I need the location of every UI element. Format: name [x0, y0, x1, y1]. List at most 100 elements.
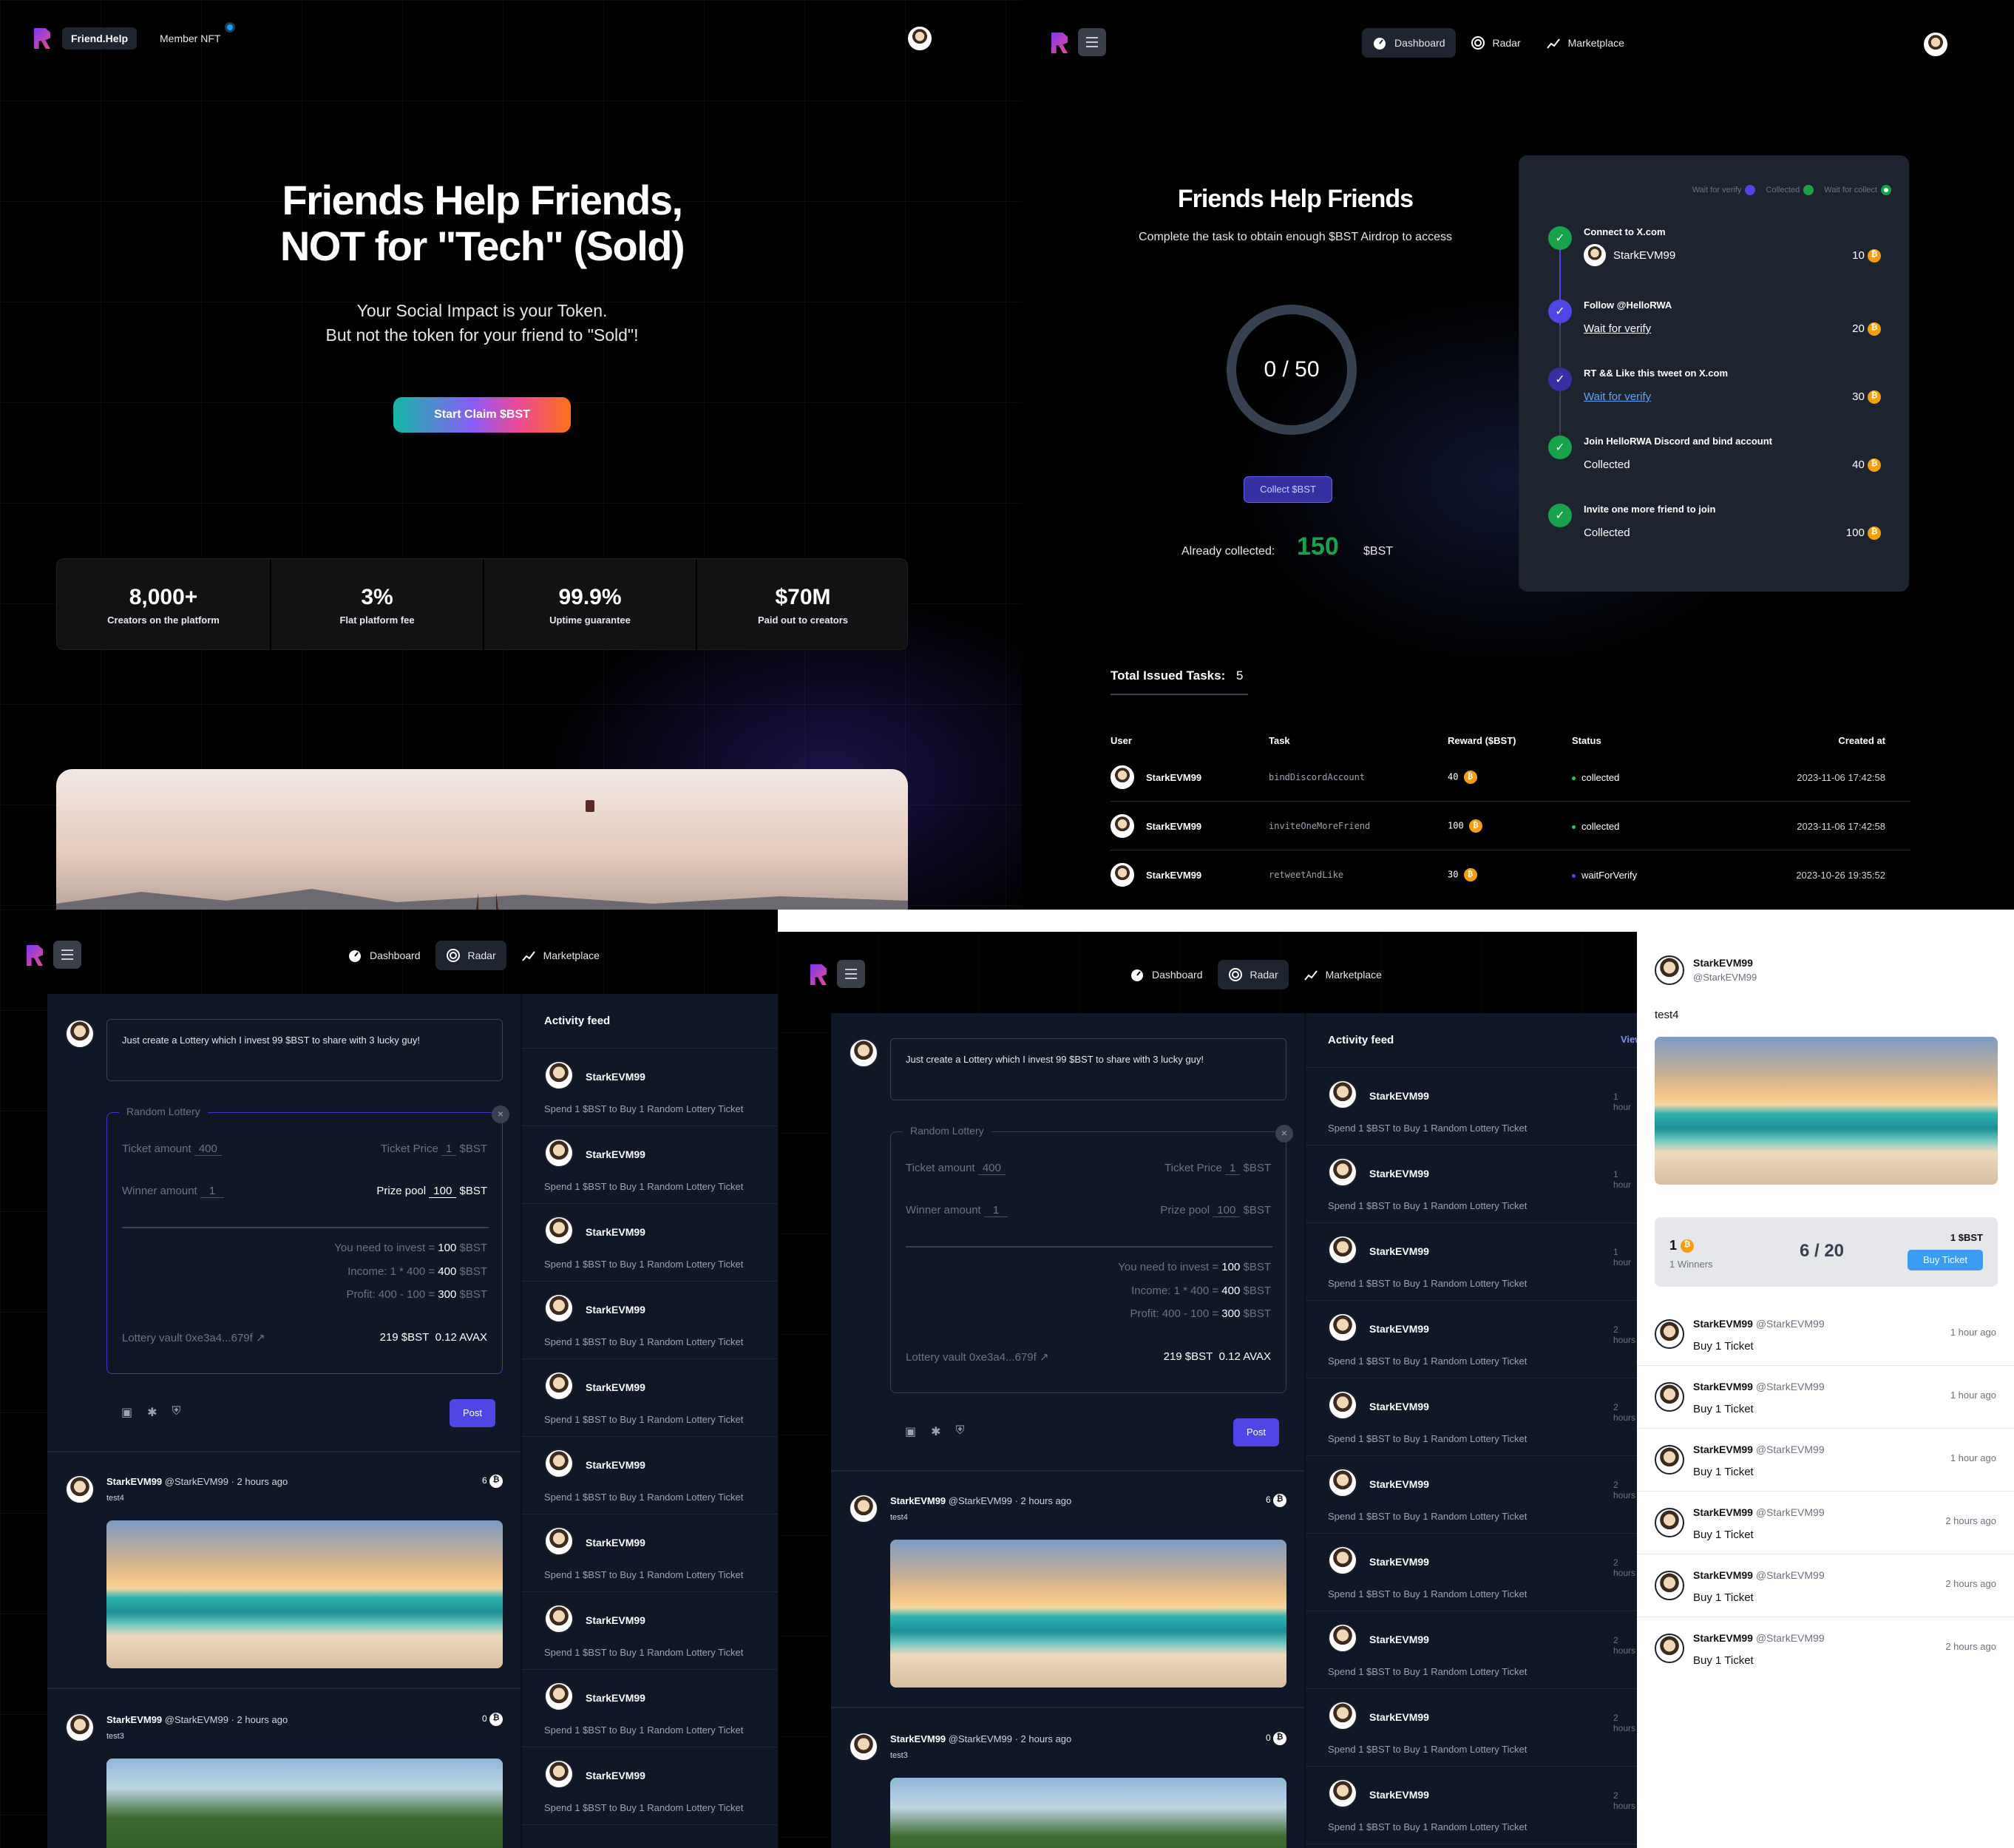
feed-item[interactable]: StarkEVM99 Spend 1 $BST to Buy 1 Random L…: [522, 1592, 778, 1670]
brand-logo[interactable]: [810, 964, 831, 986]
post-card[interactable]: StarkEVM99 @StarkEVM99 · 2 hours ago 0 t…: [831, 1710, 1304, 1848]
stats-card: 8,000+ Creators on the platform 3% Flat pl…: [56, 558, 908, 651]
user-avatar[interactable]: [1924, 33, 1947, 56]
composer-tools: ▣ ✱ ⛨: [905, 1424, 965, 1439]
lottery-close-icon[interactable]: ×: [492, 1106, 509, 1123]
feed-item[interactable]: StarkEVM99 Spend 1 $BST to Buy 1 Random L…: [1306, 1223, 1637, 1301]
tab-radar[interactable]: Radar: [435, 941, 506, 970]
menu-button[interactable]: [837, 960, 865, 988]
tab-dashboard[interactable]: Dashboard: [337, 941, 431, 970]
feed-avatar: [544, 1604, 574, 1634]
tab-marketplace[interactable]: Marketplace: [511, 941, 610, 970]
post-image[interactable]: [106, 1520, 503, 1668]
task-item-retweet: ✓ RT && Like this tweet on X.com Wait fo…: [1548, 368, 1881, 419]
collect-bst-button[interactable]: Collect $BST: [1244, 476, 1332, 503]
check-icon: ✓: [1548, 226, 1572, 250]
brand-button[interactable]: Friend.Help: [62, 27, 138, 50]
ticket-amount-field[interactable]: Ticket amount 400: [122, 1143, 222, 1156]
feed-item[interactable]: StarkEVM99 Spend 1 $BST to Buy 1 Random L…: [1306, 1767, 1637, 1844]
tab-dashboard[interactable]: Dashboard: [1362, 28, 1456, 58]
wait-verify-link[interactable]: Wait for verify: [1584, 390, 1651, 403]
winner-amount-field[interactable]: Winner amount 1: [122, 1185, 225, 1198]
feed-item[interactable]: StarkEVM99 Spend 1 $BST to Buy 1 Random L…: [522, 1282, 778, 1359]
feed-item[interactable]: StarkEVM99 Spend 1 $BST to Buy 1 Random L…: [1306, 1068, 1637, 1145]
feed-view-link[interactable]: View: [1621, 1034, 1637, 1045]
feed-item[interactable]: StarkEVM99 Spend 1 $BST to Buy 1 Random L…: [522, 1204, 778, 1282]
post-image[interactable]: [890, 1778, 1286, 1848]
post-card[interactable]: StarkEVM99 @StarkEVM99 · 2 hours ago 6 t…: [831, 1472, 1304, 1708]
table-row[interactable]: StarkEVM99 inviteOneMoreFriend 100 colle…: [1111, 802, 1910, 850]
feed-item[interactable]: StarkEVM99 Spend 1 $BST to Buy 1 Random L…: [522, 1747, 778, 1825]
feed-item[interactable]: StarkEVM99 Spend 1 $BST to Buy 1 Random L…: [1306, 1534, 1637, 1611]
ticket-amount-field[interactable]: Ticket amount 400: [906, 1162, 1006, 1175]
start-claim-button[interactable]: Start Claim $BST: [393, 397, 571, 433]
tab-radar[interactable]: Radar: [1217, 960, 1289, 989]
ticket-price-field[interactable]: Ticket Price 1 $BST: [1164, 1162, 1271, 1175]
feed-item[interactable]: StarkEVM99 Spend 1 $BST to Buy 1 Random L…: [1306, 1611, 1637, 1689]
post-text: test3: [890, 1751, 908, 1760]
brand-logo[interactable]: [1051, 33, 1072, 55]
lottery-close-icon[interactable]: ×: [1275, 1125, 1293, 1143]
post-button[interactable]: Post: [1233, 1418, 1279, 1446]
tab-marketplace[interactable]: Marketplace: [1293, 960, 1392, 989]
lottery-icon[interactable]: ✱: [931, 1424, 940, 1439]
shield-icon[interactable]: ⛨: [172, 1405, 181, 1420]
post-image[interactable]: [106, 1759, 503, 1848]
ticket-price-input[interactable]: 1: [441, 1143, 457, 1156]
feed-item[interactable]: StarkEVM99 Spend 1 $BST to Buy 1 Random L…: [1306, 1456, 1637, 1534]
feed-item[interactable]: StarkEVM99 Spend 1 $BST to Buy 1 Random L…: [522, 1359, 778, 1437]
composer-tools: ▣ ✱ ⛨: [121, 1405, 181, 1420]
menu-button[interactable]: [1078, 28, 1106, 56]
feed-item[interactable]: StarkEVM99 Spend 1 $BST to Buy 1 Random L…: [522, 1437, 778, 1514]
tab-marketplace[interactable]: Marketplace: [1536, 28, 1635, 58]
feed-item[interactable]: StarkEVM99 Spend 1 $BST to Buy 1 Random L…: [522, 1670, 778, 1747]
lottery-vault[interactable]: Lottery vault 0xe3a4...679f ↗: [906, 1350, 1049, 1364]
feed-item[interactable]: StarkEVM99 Spend 1 $BST to Buy 1 Random L…: [522, 1049, 778, 1126]
winner-amount-input[interactable]: 1: [200, 1185, 225, 1198]
prize-pool-field[interactable]: Prize pool 100 $BST: [376, 1185, 487, 1198]
feed-item[interactable]: StarkEVM99 Spend 1 $BST to Buy 1 Random L…: [522, 1514, 778, 1592]
post-card[interactable]: StarkEVM99 @StarkEVM99 · 2 hours ago 6 t…: [47, 1452, 521, 1689]
lottery-legend: Random Lottery: [119, 1106, 208, 1117]
lottery-icon[interactable]: ✱: [147, 1405, 157, 1420]
post-image[interactable]: [890, 1540, 1286, 1688]
buy-ticket-button[interactable]: Buy Ticket: [1908, 1250, 1983, 1270]
ticket-amount-input[interactable]: 400: [194, 1143, 222, 1156]
brand-logo[interactable]: [27, 945, 47, 967]
member-nft-link[interactable]: Member NFT: [160, 27, 220, 50]
wait-verify-link[interactable]: Wait for verify: [1584, 322, 1651, 335]
table-row[interactable]: StarkEVM99 bindDiscordAccount 40 collect…: [1111, 753, 1910, 802]
menu-button[interactable]: [53, 941, 81, 969]
compose-input[interactable]: Just create a Lottery which I invest 99 …: [106, 1019, 503, 1081]
ticket-price-field[interactable]: Ticket Price 1 $BST: [381, 1143, 487, 1156]
prize-pool-input[interactable]: 100: [429, 1185, 457, 1198]
post-card[interactable]: StarkEVM99 @StarkEVM99 · 2 hours ago 0 t…: [47, 1690, 521, 1848]
winner-amount-field[interactable]: Winner amount 1: [906, 1204, 1008, 1217]
detail-image[interactable]: [1655, 1037, 1998, 1185]
x-account-avatar: [1584, 244, 1606, 266]
tab-radar[interactable]: Radar: [1460, 28, 1531, 58]
feed-item[interactable]: StarkEVM99 Spend 1 $BST to Buy 1 Random L…: [1306, 1145, 1637, 1223]
shield-icon[interactable]: ⛨: [956, 1424, 965, 1439]
lottery-vault[interactable]: Lottery vault 0xe3a4...679f ↗: [122, 1331, 265, 1344]
table-row[interactable]: StarkEVM99 retweetAndLike 30 waitForVeri…: [1111, 850, 1910, 899]
prize-pool-field[interactable]: Prize pool 100 $BST: [1160, 1204, 1271, 1217]
image-icon[interactable]: ▣: [121, 1405, 132, 1420]
feed-item[interactable]: StarkEVM99 Spend 1 $BST to Buy 1 Random L…: [522, 1126, 778, 1204]
prize-pool-input[interactable]: 100: [1213, 1204, 1241, 1217]
compose-input[interactable]: Just create a Lottery which I invest 99 …: [890, 1038, 1286, 1100]
brand-logo[interactable]: [34, 28, 55, 50]
user-avatar[interactable]: [908, 27, 932, 50]
profit-row: Profit: 400 - 100 = 300 $BST: [1130, 1307, 1271, 1320]
feed-item[interactable]: StarkEVM99 Spend 1 $BST to Buy 1 Random L…: [1306, 1689, 1637, 1767]
ticket-amount-input[interactable]: 400: [977, 1162, 1006, 1175]
winner-amount-input[interactable]: 1: [983, 1204, 1008, 1217]
feed-title: Activity feed: [1328, 1034, 1394, 1046]
row-created: 2023-11-06 17:42:58: [1797, 821, 1885, 832]
post-button[interactable]: Post: [450, 1399, 495, 1427]
feed-item[interactable]: StarkEVM99 Spend 1 $BST to Buy 1 Random L…: [1306, 1301, 1637, 1378]
tab-dashboard[interactable]: Dashboard: [1119, 960, 1213, 989]
ticket-price-input[interactable]: 1: [1224, 1162, 1241, 1175]
feed-item[interactable]: StarkEVM99 Spend 1 $BST to Buy 1 Random L…: [1306, 1378, 1637, 1456]
image-icon[interactable]: ▣: [905, 1424, 916, 1439]
